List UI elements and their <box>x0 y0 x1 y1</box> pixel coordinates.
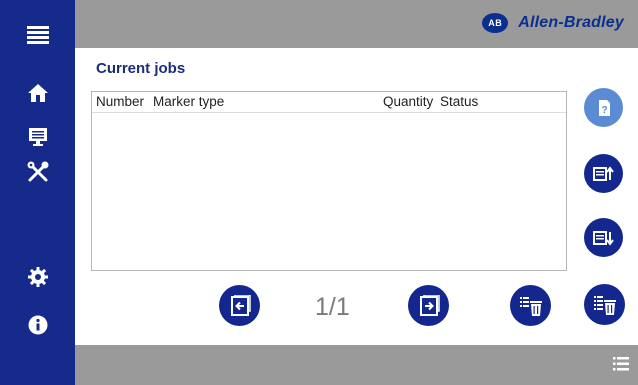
list-menu-button[interactable] <box>613 357 629 376</box>
column-header-quantity[interactable]: Quantity <box>383 94 433 109</box>
help-document-icon: ? <box>598 99 610 116</box>
sidebar-info-button[interactable] <box>0 305 75 345</box>
delete-job-button[interactable] <box>510 285 551 326</box>
page-title: Current jobs <box>96 60 186 77</box>
list-move-down-icon <box>592 230 614 246</box>
table-body <box>92 113 566 271</box>
delete-all-list-icon <box>593 295 616 315</box>
svg-text:?: ? <box>601 105 607 116</box>
brand-name: Allen-Bradley <box>518 14 624 31</box>
page-indicator: 1/1 <box>315 293 350 321</box>
column-header-status[interactable]: Status <box>440 94 478 109</box>
brand: AB Allen-Bradley <box>482 13 624 33</box>
next-page-button[interactable] <box>408 285 449 326</box>
page-back-icon <box>230 294 251 316</box>
top-bar: AB Allen-Bradley <box>75 0 638 48</box>
move-up-button[interactable] <box>584 154 623 193</box>
sidebar-monitor-button[interactable] <box>0 117 75 157</box>
list-move-up-icon <box>592 165 614 181</box>
gear-icon <box>27 267 48 287</box>
sidebar-settings-button[interactable] <box>0 257 75 297</box>
jobs-table[interactable]: Number Marker type Quantity Status <box>91 91 567 271</box>
move-down-button[interactable] <box>584 218 623 257</box>
column-header-marker-type[interactable]: Marker type <box>153 94 224 109</box>
table-header: Number Marker type Quantity Status <box>92 92 566 113</box>
column-header-number[interactable]: Number <box>96 94 144 109</box>
list-menu-icon <box>613 357 629 371</box>
tools-icon <box>27 161 48 182</box>
delete-list-icon <box>519 296 542 316</box>
monitor-icon <box>28 128 47 146</box>
sidebar <box>0 0 75 385</box>
delete-all-button[interactable] <box>584 284 625 325</box>
brand-logo: AB <box>482 13 509 33</box>
bottom-bar <box>75 345 638 385</box>
page-forward-icon <box>419 294 440 316</box>
hamburger-menu-icon <box>26 26 49 44</box>
sidebar-tools-button[interactable] <box>0 152 75 192</box>
previous-page-button[interactable] <box>219 285 260 326</box>
home-icon <box>27 84 48 102</box>
sidebar-home-button[interactable] <box>0 73 75 113</box>
sidebar-menu-button[interactable] <box>0 15 75 55</box>
help-button[interactable]: ? <box>584 88 623 127</box>
info-icon <box>28 315 47 335</box>
